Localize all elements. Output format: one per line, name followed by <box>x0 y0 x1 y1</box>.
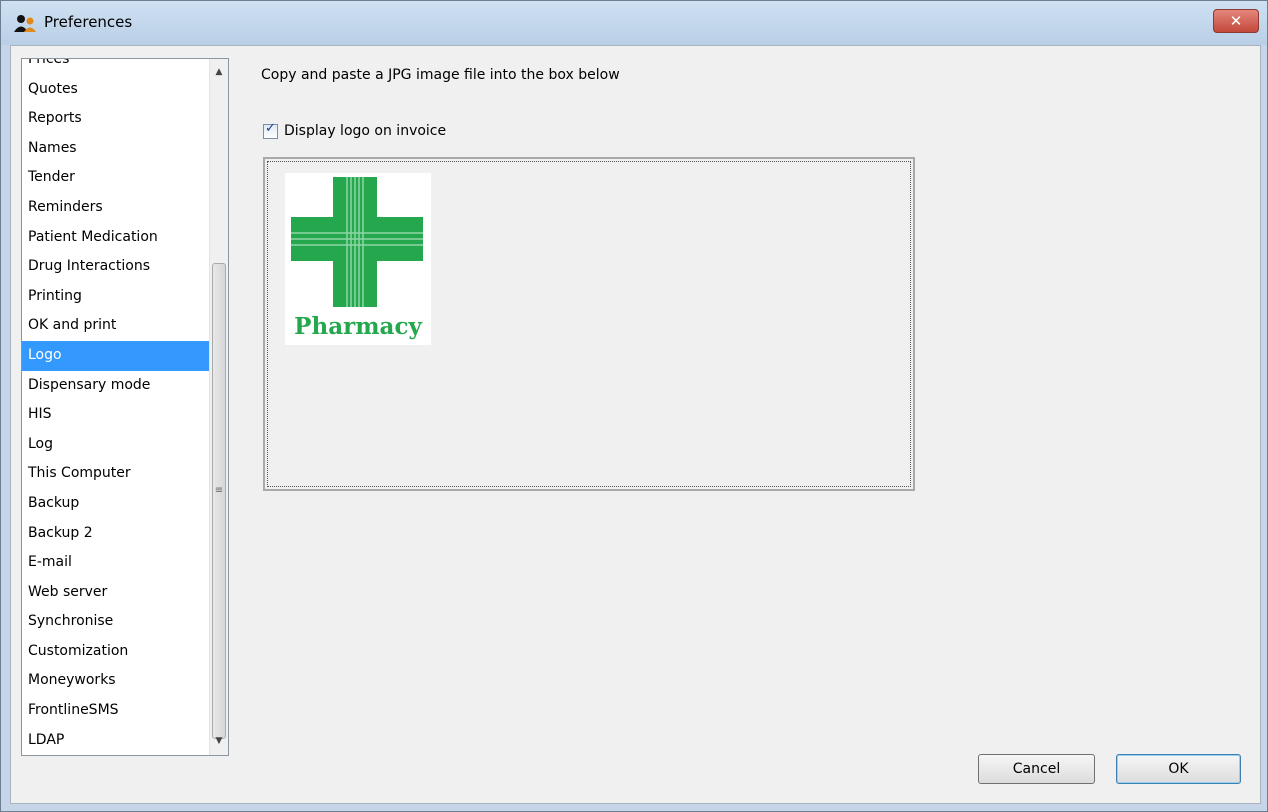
sidebar-item-this-computer[interactable]: This Computer <box>22 459 210 489</box>
grip-icon: ≡ <box>214 485 224 496</box>
pharmacy-logo-image: Pharmacy <box>285 173 431 345</box>
sidebar-item-synchronise[interactable]: Synchronise <box>22 607 210 637</box>
logo-instruction-text: Copy and paste a JPG image file into the… <box>261 67 620 83</box>
sidebar-item-his[interactable]: HIS <box>22 400 210 430</box>
sidebar-item-ok-and-print[interactable]: OK and print <box>22 311 210 341</box>
sidebar-item-customization[interactable]: Customization <box>22 637 210 667</box>
user-group-icon <box>14 15 36 32</box>
category-list-scrollbar[interactable]: ▲ ≡ ▼ <box>209 59 228 755</box>
ok-button[interactable]: OK <box>1116 754 1241 784</box>
display-logo-label[interactable]: Display logo on invoice <box>284 123 446 139</box>
category-list-items: Prices Quotes Reports Names Tender Reminders P… <box>22 59 210 755</box>
checkmark-icon: ✓ <box>265 120 276 136</box>
sidebar-item-backup-2[interactable]: Backup 2 <box>22 519 210 549</box>
window-title: Preferences <box>44 13 133 31</box>
pharmacy-logo-text: Pharmacy <box>294 313 422 340</box>
sidebar-item-reminders[interactable]: Reminders <box>22 193 210 223</box>
scroll-up-icon[interactable]: ▲ <box>210 64 228 80</box>
sidebar-item-e-mail[interactable]: E-mail <box>22 548 210 578</box>
title-bar[interactable]: Preferences ✕ <box>1 1 1267 45</box>
pharmacy-cross-icon <box>291 177 423 307</box>
sidebar-item-prices[interactable]: Prices <box>22 59 210 75</box>
cancel-button[interactable]: Cancel <box>978 754 1095 784</box>
sidebar-item-tender[interactable]: Tender <box>22 163 210 193</box>
sidebar-item-names[interactable]: Names <box>22 134 210 164</box>
sidebar-item-web-server[interactable]: Web server <box>22 578 210 608</box>
sidebar-item-drug-interactions[interactable]: Drug Interactions <box>22 252 210 282</box>
sidebar-item-reports[interactable]: Reports <box>22 104 210 134</box>
close-button[interactable]: ✕ <box>1213 9 1259 33</box>
sidebar-item-printing[interactable]: Printing <box>22 282 210 312</box>
preferences-window: Preferences ✕ Prices Quotes Reports Names Te… <box>0 0 1268 812</box>
sidebar-item-logo[interactable]: Logo <box>22 340 210 371</box>
scroll-down-icon[interactable]: ▼ <box>210 733 228 749</box>
scrollbar-thumb[interactable]: ≡ <box>212 263 226 739</box>
sidebar-item-patient-medication[interactable]: Patient Medication <box>22 223 210 253</box>
preferences-category-list[interactable]: Prices Quotes Reports Names Tender Reminders P… <box>21 58 229 756</box>
sidebar-item-moneyworks[interactable]: Moneyworks <box>22 666 210 696</box>
sidebar-item-ldap[interactable]: LDAP <box>22 726 210 755</box>
sidebar-item-backup[interactable]: Backup <box>22 489 210 519</box>
close-icon: ✕ <box>1229 12 1243 30</box>
sidebar-item-log[interactable]: Log <box>22 430 210 460</box>
dialog-body: Prices Quotes Reports Names Tender Reminders P… <box>10 45 1261 804</box>
display-logo-row[interactable]: ✓ Display logo on invoice <box>263 121 446 141</box>
sidebar-item-quotes[interactable]: Quotes <box>22 75 210 105</box>
sidebar-item-dispensary-mode[interactable]: Dispensary mode <box>22 371 210 401</box>
sidebar-item-frontlinesms[interactable]: FrontlineSMS <box>22 696 210 726</box>
display-logo-checkbox[interactable]: ✓ <box>263 120 278 139</box>
logo-paste-area[interactable]: Pharmacy <box>263 157 915 491</box>
